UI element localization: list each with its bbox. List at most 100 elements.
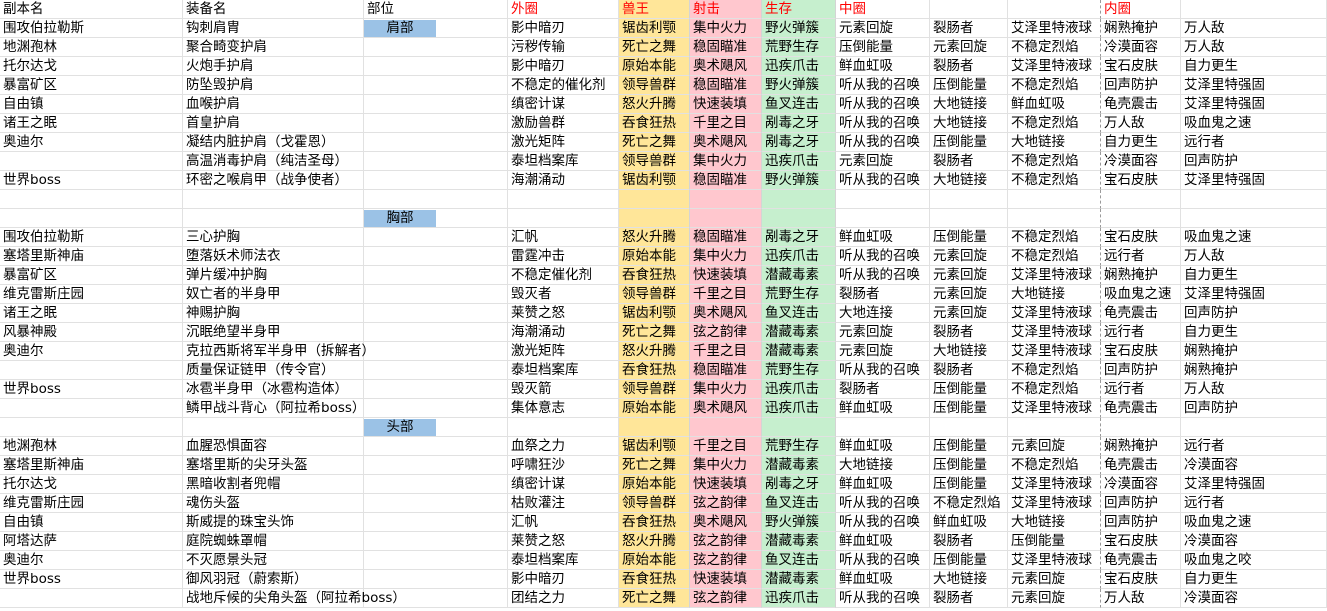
slot-cell[interactable] — [364, 513, 508, 532]
slot-cell[interactable] — [364, 76, 508, 95]
inner-cell-1[interactable]: 冷漠面容 — [1101, 152, 1181, 171]
inner-cell-2[interactable] — [1181, 209, 1327, 228]
inner-cell-1[interactable]: 宝石皮肤 — [1101, 57, 1181, 76]
slot-cell[interactable] — [364, 152, 508, 171]
header-inner[interactable]: 内圈 — [1101, 0, 1181, 19]
inner-cell-2[interactable] — [1181, 418, 1327, 437]
middle-cell-3[interactable]: 艾泽里特液球 — [1008, 399, 1101, 418]
equipment-cell[interactable]: 血喉护肩 — [183, 95, 364, 114]
beast-cell[interactable]: 死亡之舞 — [619, 456, 690, 475]
inner-cell-1[interactable]: 宝石皮肤 — [1101, 342, 1181, 361]
outer-cell[interactable]: 不稳定催化剂 — [508, 266, 619, 285]
slot-cell[interactable] — [364, 551, 508, 570]
outer-cell[interactable]: 莱赞之怒 — [508, 532, 619, 551]
survival-cell[interactable]: 迅疾爪击 — [762, 380, 836, 399]
marks-cell[interactable] — [690, 190, 762, 209]
outer-cell[interactable]: 海潮涌动 — [508, 171, 619, 190]
inner-cell-1[interactable] — [1101, 418, 1181, 437]
marks-cell[interactable]: 集中火力 — [690, 380, 762, 399]
dungeon-cell[interactable]: 维克雷斯庄园 — [0, 285, 183, 304]
marks-cell[interactable]: 稳固瞄准 — [690, 361, 762, 380]
middle-cell-2[interactable]: 压倒能量 — [930, 475, 1008, 494]
middle-cell-3[interactable]: 艾泽里特液球 — [1008, 323, 1101, 342]
survival-cell[interactable]: 潜藏毒素 — [762, 342, 836, 361]
middle-cell-2[interactable]: 大地链接 — [930, 171, 1008, 190]
marks-cell[interactable]: 奥术飓风 — [690, 513, 762, 532]
beast-cell[interactable]: 领导兽群 — [619, 76, 690, 95]
inner-cell-1[interactable]: 宝石皮肤 — [1101, 532, 1181, 551]
beast-cell[interactable]: 吞食狂热 — [619, 266, 690, 285]
equipment-cell[interactable]: 塞塔里斯的尖牙头盔 — [183, 456, 364, 475]
middle-cell-1[interactable]: 听从我的召唤 — [836, 551, 930, 570]
header-beast[interactable]: 兽王 — [619, 0, 690, 19]
equipment-cell[interactable]: 防坠毁护肩 — [183, 76, 364, 95]
middle-cell-1[interactable]: 鲜血虹吸 — [836, 570, 930, 589]
slot-cell[interactable] — [364, 285, 508, 304]
marks-cell[interactable]: 快速装填 — [690, 475, 762, 494]
marks-cell[interactable]: 奥术飓风 — [690, 57, 762, 76]
middle-cell-2[interactable]: 元素回旋 — [930, 266, 1008, 285]
middle-cell-3[interactable]: 大地链接 — [1008, 133, 1101, 152]
middle-cell-2[interactable]: 大地链接 — [930, 342, 1008, 361]
outer-cell[interactable]: 枯败灌注 — [508, 494, 619, 513]
middle-cell-2[interactable]: 裂肠者 — [930, 589, 1008, 608]
equipment-cell[interactable]: 三心护胸 — [183, 228, 364, 247]
marks-cell[interactable]: 弦之韵律 — [690, 532, 762, 551]
slot-cell[interactable] — [364, 589, 508, 608]
middle-cell-1[interactable]: 听从我的召唤 — [836, 95, 930, 114]
header-dungeon[interactable]: 副本名 — [0, 0, 183, 19]
inner-cell-2[interactable]: 万人敌 — [1181, 38, 1327, 57]
survival-cell[interactable]: 迅疾爪击 — [762, 589, 836, 608]
marks-cell[interactable]: 快速装填 — [690, 570, 762, 589]
inner-cell-2[interactable]: 冷漠面容 — [1181, 532, 1327, 551]
middle-cell-2[interactable]: 裂肠者 — [930, 19, 1008, 38]
beast-cell[interactable]: 怒火升腾 — [619, 342, 690, 361]
marks-cell[interactable]: 奥术飓风 — [690, 399, 762, 418]
middle-cell-1[interactable]: 鲜血虹吸 — [836, 437, 930, 456]
middle-cell-1[interactable]: 大地链接 — [836, 456, 930, 475]
beast-cell[interactable]: 原始本能 — [619, 399, 690, 418]
inner-cell-1[interactable]: 龟壳震击 — [1101, 456, 1181, 475]
middle-cell-1[interactable]: 听从我的召唤 — [836, 171, 930, 190]
inner-cell-1[interactable]: 远行者 — [1101, 323, 1181, 342]
beast-cell[interactable]: 吞食狂热 — [619, 513, 690, 532]
inner-cell-1[interactable]: 回声防护 — [1101, 494, 1181, 513]
survival-cell[interactable]: 荒野生存 — [762, 361, 836, 380]
middle-cell-3[interactable]: 不稳定烈焰 — [1008, 114, 1101, 133]
middle-cell-3[interactable] — [1008, 418, 1101, 437]
marks-cell[interactable]: 奥术飓风 — [690, 133, 762, 152]
beast-cell[interactable]: 领导兽群 — [619, 285, 690, 304]
dungeon-cell[interactable]: 阿塔达萨 — [0, 532, 183, 551]
equipment-cell[interactable]: 不灭愿景头冠 — [183, 551, 364, 570]
outer-cell[interactable]: 影中暗刃 — [508, 570, 619, 589]
outer-cell[interactable]: 激励兽群 — [508, 114, 619, 133]
beast-cell[interactable]: 原始本能 — [619, 551, 690, 570]
inner-cell-2[interactable]: 自力更生 — [1181, 323, 1327, 342]
middle-cell-2[interactable]: 元素回旋 — [930, 285, 1008, 304]
outer-cell[interactable]: 不稳定的催化剂 — [508, 76, 619, 95]
marks-cell[interactable]: 千里之目 — [690, 342, 762, 361]
middle-cell-2[interactable]: 大地链接 — [930, 570, 1008, 589]
middle-cell-2[interactable]: 压倒能量 — [930, 437, 1008, 456]
middle-cell-1[interactable]: 听从我的召唤 — [836, 266, 930, 285]
inner-cell-2[interactable]: 艾泽里特强固 — [1181, 171, 1327, 190]
middle-cell-1[interactable]: 元素回旋 — [836, 342, 930, 361]
beast-cell[interactable]: 领导兽群 — [619, 494, 690, 513]
survival-cell[interactable]: 潜藏毒素 — [762, 532, 836, 551]
survival-cell[interactable]: 荒野生存 — [762, 437, 836, 456]
survival-cell[interactable]: 荒野生存 — [762, 285, 836, 304]
middle-cell-1[interactable] — [836, 190, 930, 209]
survival-cell[interactable]: 迅疾爪击 — [762, 57, 836, 76]
inner-cell-2[interactable]: 冷漠面容 — [1181, 589, 1327, 608]
equipment-cell[interactable]: 血腥恐惧面容 — [183, 437, 364, 456]
middle-cell-1[interactable]: 听从我的召唤 — [836, 76, 930, 95]
inner-cell-1[interactable]: 吸血鬼之速 — [1101, 285, 1181, 304]
marks-cell[interactable]: 千里之目 — [690, 114, 762, 133]
dungeon-cell[interactable] — [0, 190, 183, 209]
middle-cell-3[interactable]: 不稳定烈焰 — [1008, 152, 1101, 171]
middle-cell-2[interactable] — [930, 190, 1008, 209]
inner-cell-2[interactable]: 娴熟掩护 — [1181, 361, 1327, 380]
slot-cell[interactable] — [364, 171, 508, 190]
marks-cell[interactable]: 千里之目 — [690, 285, 762, 304]
equipment-cell[interactable]: 首皇护肩 — [183, 114, 364, 133]
